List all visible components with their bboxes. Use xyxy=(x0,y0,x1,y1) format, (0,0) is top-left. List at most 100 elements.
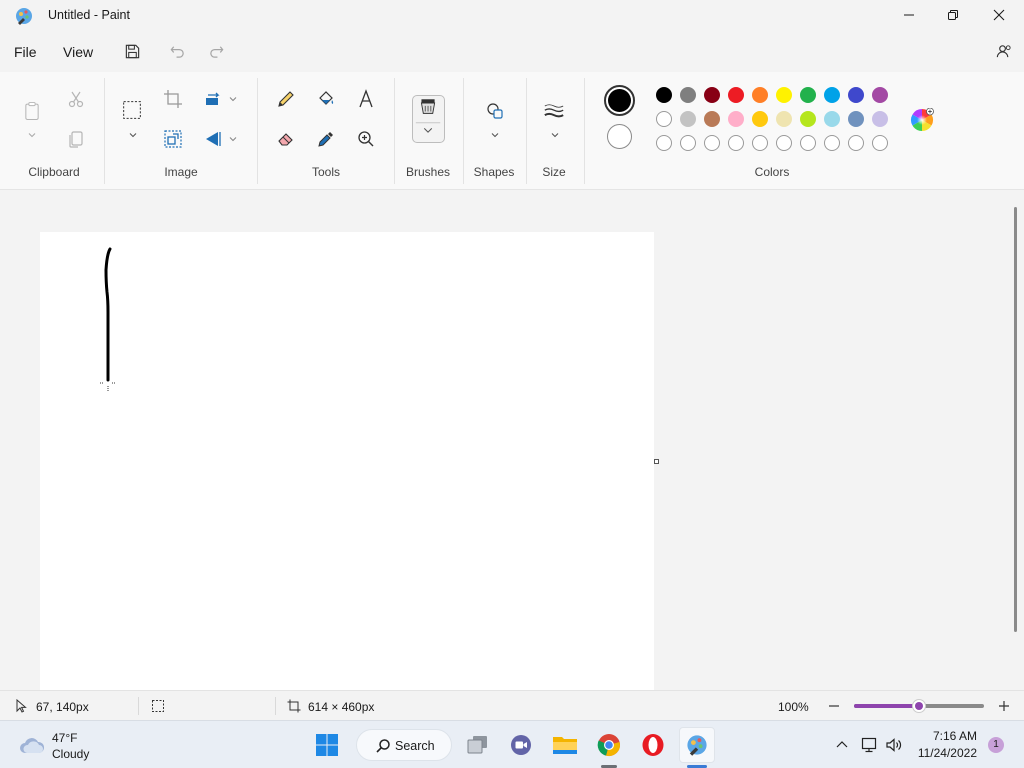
custom-color-slot[interactable] xyxy=(728,135,744,151)
color-swatch[interactable] xyxy=(848,111,864,127)
opera-icon xyxy=(642,734,664,756)
custom-color-slot[interactable] xyxy=(776,135,792,151)
color-swatch[interactable] xyxy=(776,87,792,103)
paste-chevron-down-icon[interactable] xyxy=(27,130,37,140)
custom-color-slot[interactable] xyxy=(848,135,864,151)
flip-button[interactable] xyxy=(200,126,226,152)
account-button[interactable] xyxy=(992,40,1014,62)
rotate-chevron-down-icon[interactable] xyxy=(228,94,238,104)
edit-colors-button[interactable] xyxy=(910,107,934,132)
custom-color-slot[interactable] xyxy=(656,135,672,151)
close-icon xyxy=(993,9,1005,21)
view-menu[interactable]: View xyxy=(63,44,93,60)
close-button[interactable] xyxy=(976,0,1022,30)
rotate-button[interactable] xyxy=(200,86,226,112)
crosshair-cursor xyxy=(100,382,116,392)
minimize-button[interactable] xyxy=(886,0,932,30)
text-tool-button[interactable] xyxy=(353,86,379,112)
drawing-canvas[interactable] xyxy=(40,232,654,690)
color-swatch[interactable] xyxy=(752,87,768,103)
custom-color-slot[interactable] xyxy=(680,135,696,151)
custom-color-slot[interactable] xyxy=(752,135,768,151)
account-icon xyxy=(996,44,1011,57)
custom-color-slot[interactable] xyxy=(704,135,720,151)
fill-tool-button[interactable] xyxy=(313,86,339,112)
brushes-button[interactable] xyxy=(412,95,445,143)
size-button[interactable] xyxy=(541,98,567,124)
magnifier-tool-button[interactable] xyxy=(353,126,379,152)
zoom-level[interactable]: 100% xyxy=(778,700,809,714)
color-swatch[interactable] xyxy=(800,111,816,127)
notification-badge[interactable]: 1 xyxy=(988,737,1004,753)
volume-icon[interactable] xyxy=(885,736,903,754)
color-swatch[interactable] xyxy=(776,111,792,127)
select-button[interactable] xyxy=(119,97,145,123)
flip-chevron-down-icon[interactable] xyxy=(228,134,238,144)
network-icon[interactable] xyxy=(861,736,879,754)
color-swatch[interactable] xyxy=(824,111,840,127)
taskbar-search[interactable]: Search xyxy=(356,729,452,761)
size-chevron-down-icon[interactable] xyxy=(550,130,560,140)
resize-button[interactable] xyxy=(160,126,186,152)
color-swatch[interactable] xyxy=(680,87,696,103)
color-swatch[interactable] xyxy=(656,111,672,127)
search-label: Search xyxy=(395,739,435,753)
paste-button[interactable] xyxy=(19,96,45,126)
save-button[interactable] xyxy=(121,40,143,62)
redo-button[interactable] xyxy=(205,40,227,62)
custom-color-slot[interactable] xyxy=(824,135,840,151)
color-swatch[interactable] xyxy=(728,111,744,127)
file-explorer-button[interactable] xyxy=(547,727,583,763)
task-view-button[interactable] xyxy=(460,727,496,763)
clock-date[interactable]: 11/24/2022 xyxy=(905,746,977,760)
shapes-chevron-down-icon[interactable] xyxy=(490,130,500,140)
color-swatch[interactable] xyxy=(824,87,840,103)
color-swatch[interactable] xyxy=(848,87,864,103)
flip-icon xyxy=(206,132,221,146)
custom-color-slot[interactable] xyxy=(800,135,816,151)
zoom-slider-thumb[interactable] xyxy=(912,699,926,713)
color-swatch[interactable] xyxy=(728,87,744,103)
restore-button[interactable] xyxy=(930,0,976,30)
color-swatch[interactable] xyxy=(704,111,720,127)
crop-button[interactable] xyxy=(160,86,186,112)
undo-button[interactable] xyxy=(166,40,188,62)
opera-button[interactable] xyxy=(635,727,671,763)
color-swatch[interactable] xyxy=(752,111,768,127)
zoom-out-button[interactable] xyxy=(827,699,841,713)
paint-taskbar-button[interactable] xyxy=(679,727,715,763)
ribbon-separator xyxy=(104,78,105,184)
select-chevron-down-icon[interactable] xyxy=(128,130,138,140)
custom-color-slot[interactable] xyxy=(872,135,888,151)
canvas-resize-handle[interactable] xyxy=(654,459,659,464)
paint-icon xyxy=(687,735,707,756)
rectangle-select-icon xyxy=(123,101,141,119)
eraser-tool-button[interactable] xyxy=(273,126,299,152)
color-swatch[interactable] xyxy=(800,87,816,103)
copy-button[interactable] xyxy=(63,126,89,152)
vertical-scrollbar[interactable] xyxy=(1014,207,1017,632)
primary-color-button[interactable] xyxy=(604,85,635,116)
clock-time[interactable]: 7:16 AM xyxy=(905,729,977,743)
shapes-button[interactable] xyxy=(482,98,508,124)
color-swatch[interactable] xyxy=(704,87,720,103)
color-picker-tool-button[interactable] xyxy=(313,126,339,152)
zoom-slider[interactable] xyxy=(854,699,984,713)
zoom-in-icon xyxy=(358,131,374,147)
color-swatch[interactable] xyxy=(656,87,672,103)
paint-bucket-icon xyxy=(319,91,334,105)
color-swatch[interactable] xyxy=(872,111,888,127)
teams-chat-button[interactable] xyxy=(503,727,539,763)
secondary-color-button[interactable] xyxy=(607,124,632,149)
weather-widget[interactable]: 47°F Cloudy xyxy=(14,729,114,763)
start-button[interactable] xyxy=(309,727,345,763)
show-hidden-icons-button[interactable] xyxy=(835,738,849,752)
pencil-tool-button[interactable] xyxy=(273,86,299,112)
zoom-in-button[interactable] xyxy=(997,699,1011,713)
canvas-drawing xyxy=(100,247,116,392)
color-swatch[interactable] xyxy=(872,87,888,103)
color-swatch[interactable] xyxy=(680,111,696,127)
file-menu[interactable]: File xyxy=(14,44,37,60)
cut-button[interactable] xyxy=(63,86,89,112)
chrome-button[interactable] xyxy=(591,727,627,763)
